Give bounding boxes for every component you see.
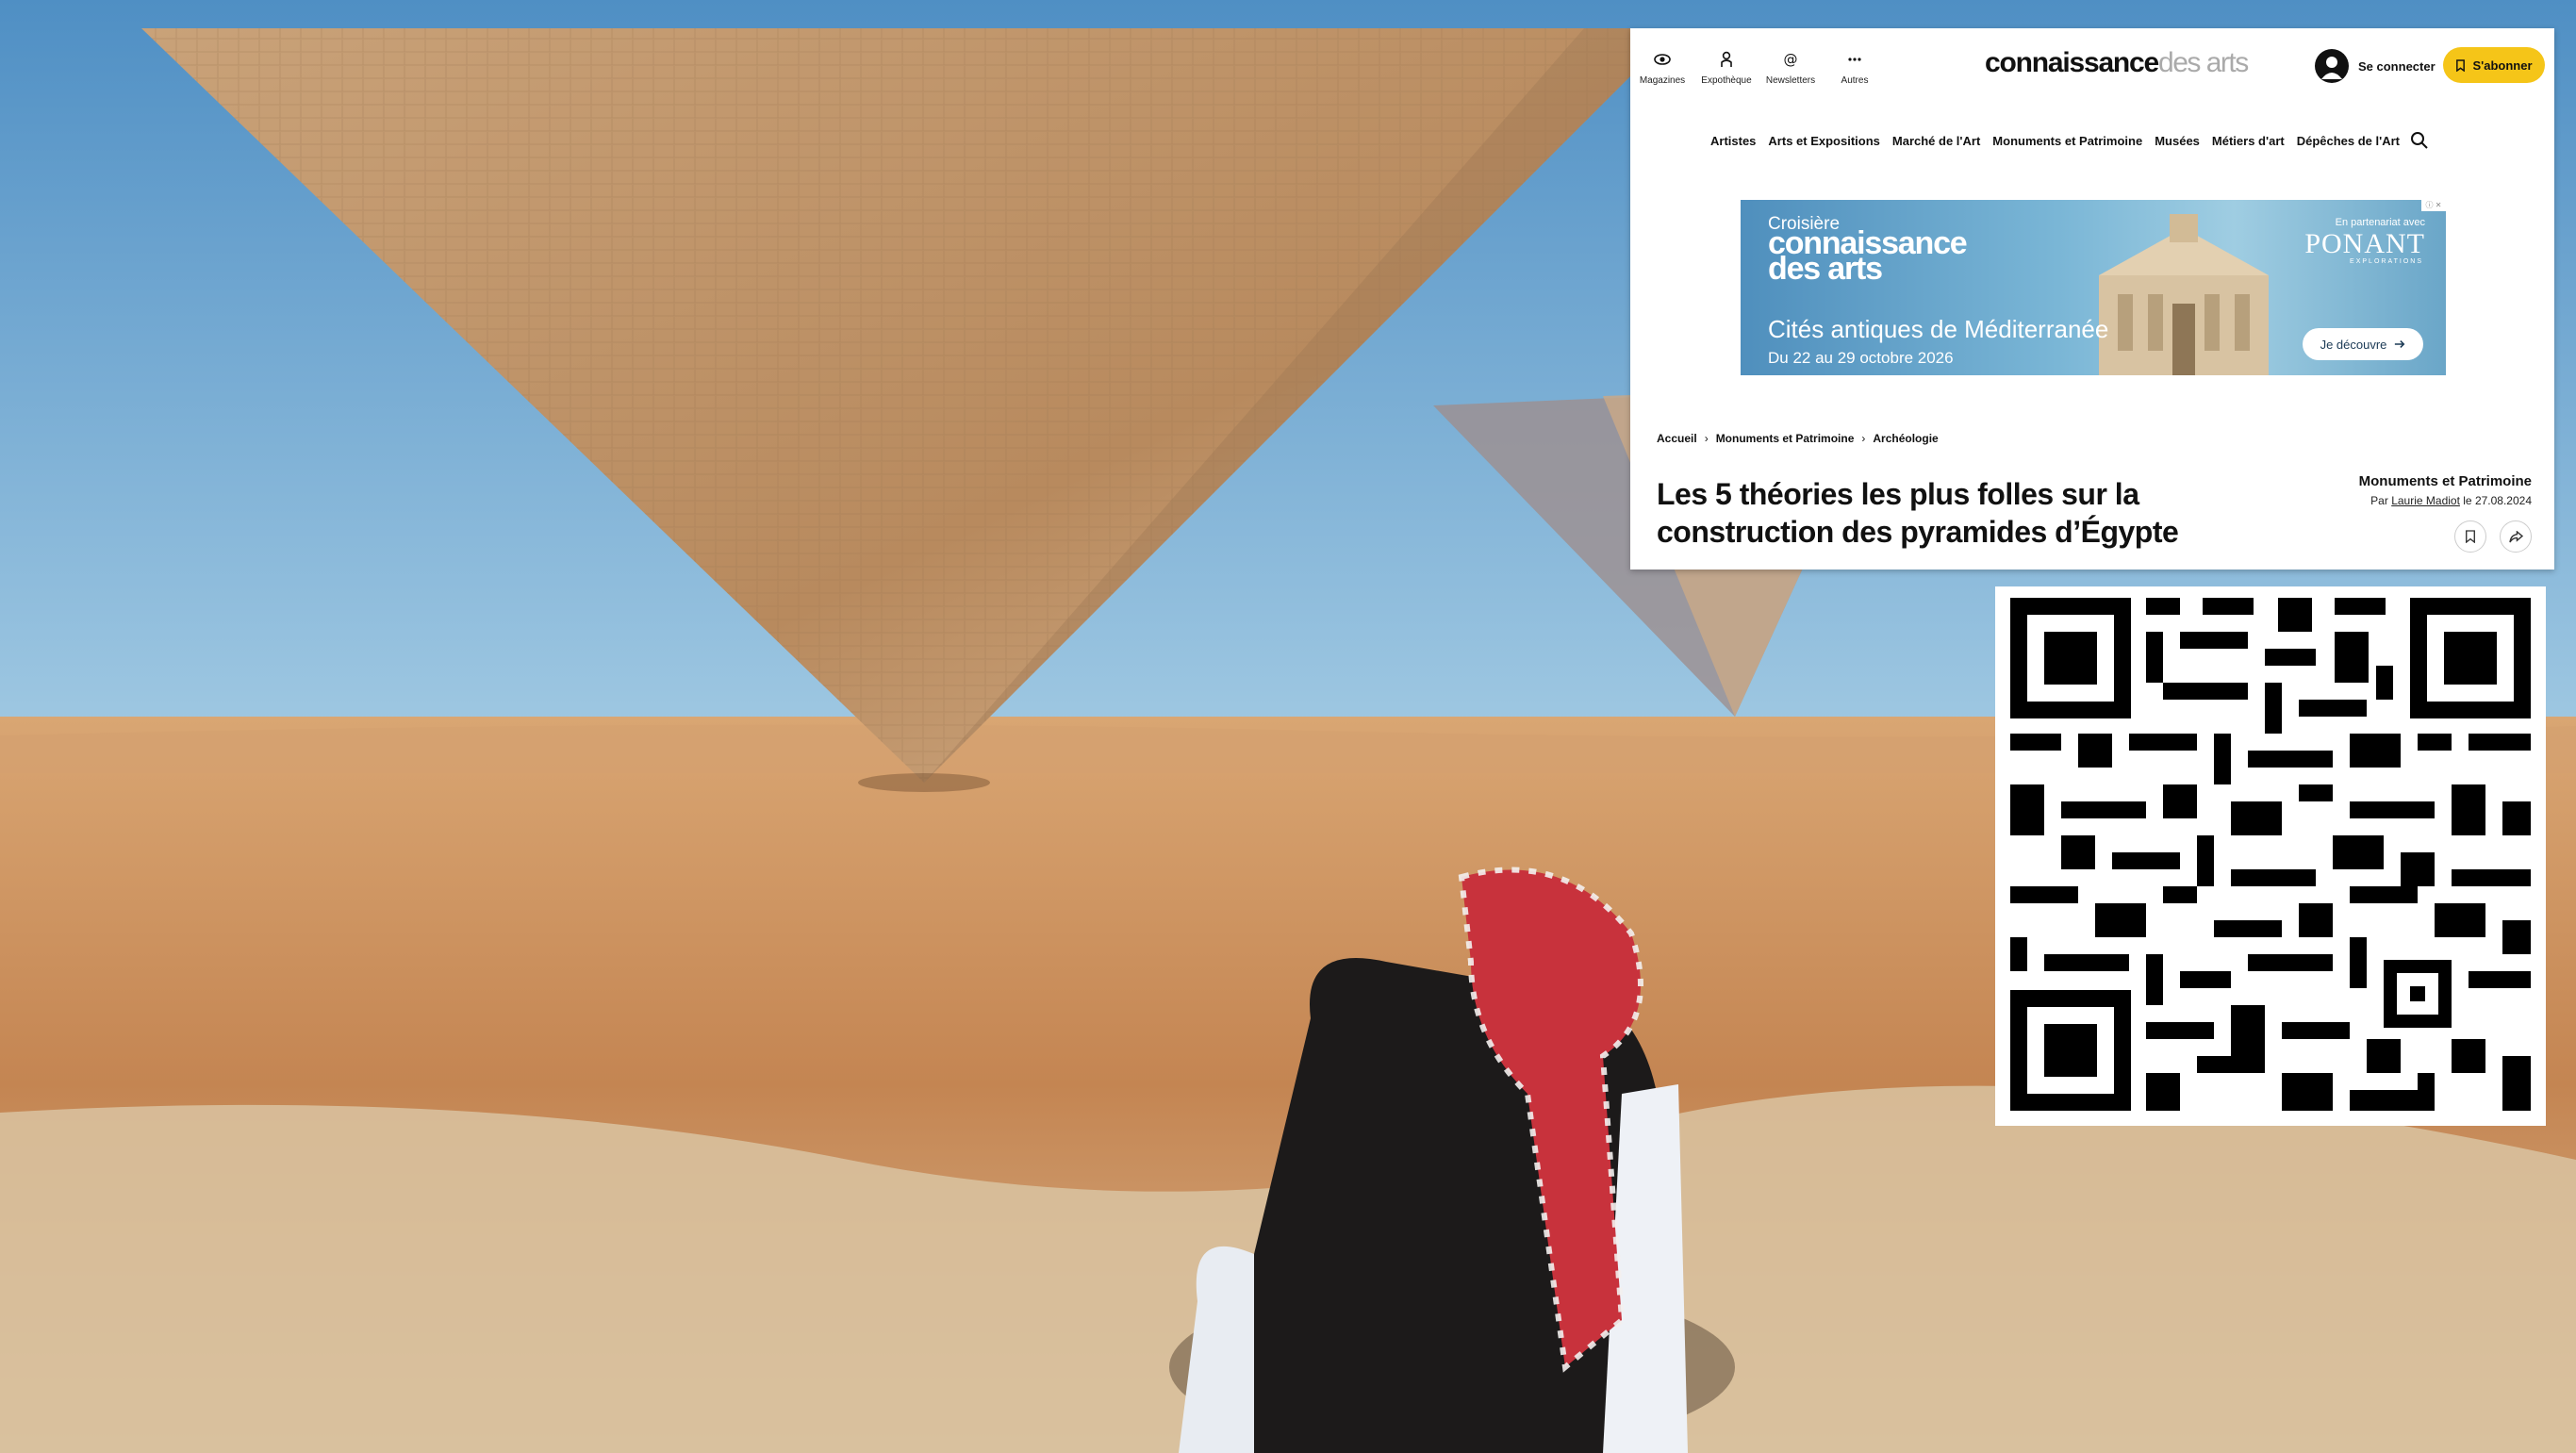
ad-cta-label: Je découvre — [2320, 337, 2387, 352]
login-label: Se connecter — [2358, 58, 2436, 74]
arrow-right-icon — [2395, 340, 2405, 348]
quick-link-magazines[interactable]: Magazines — [1630, 49, 1694, 86]
logo-thin: des arts — [2158, 47, 2249, 78]
at-icon: @ — [1784, 51, 1798, 68]
bookmark-icon — [2456, 58, 2466, 72]
nav-item-arts-expositions[interactable]: Arts et Expositions — [1768, 134, 1879, 148]
quick-link-expotheque[interactable]: Expothèque — [1694, 49, 1759, 86]
share-icon — [2508, 530, 2523, 542]
article-category[interactable]: Monuments et Patrimoine — [2359, 473, 2532, 489]
subscribe-label: S'abonner — [2472, 58, 2533, 73]
article-headline: Les 5 théories les plus folles sur la co… — [1657, 477, 2179, 549]
breadcrumb-item[interactable]: Accueil — [1657, 432, 1697, 445]
qr-code-image — [2010, 598, 2531, 1111]
breadcrumb-item[interactable]: Monuments et Patrimoine — [1716, 432, 1855, 445]
quick-link-label: Newsletters — [1765, 75, 1816, 86]
svg-text:@: @ — [1784, 51, 1798, 68]
nav-item-metiers-art[interactable]: Métiers d'art — [2212, 134, 2285, 148]
quick-link-label: Magazines — [1639, 75, 1686, 86]
eye-icon — [1654, 54, 1671, 65]
breadcrumb-item[interactable]: Archéologie — [1873, 432, 1938, 445]
nav-item-marche-art[interactable]: Marché de l'Art — [1892, 134, 1980, 148]
ad-partner: En partenariat avec — [2335, 217, 2425, 228]
ad-brand: connaissance des arts — [1768, 227, 1968, 285]
top-bar: Magazines Expothèque @ Newsletters Autre… — [1630, 28, 2554, 130]
search-icon[interactable] — [2409, 130, 2430, 151]
article-date: le 27.08.2024 — [2463, 494, 2532, 507]
more-icon — [1848, 58, 1861, 61]
share-article-button[interactable] — [2500, 520, 2532, 553]
logo-main: connaissance — [1985, 47, 2159, 78]
nav-item-monuments-patrimoine[interactable]: Monuments et Patrimoine — [1992, 134, 2142, 148]
byline-prefix: Par — [2370, 494, 2388, 507]
subscribe-button[interactable]: S'abonner — [2443, 47, 2545, 83]
qr-code[interactable] — [1995, 586, 2546, 1126]
quick-link-label: Autres — [1841, 75, 1869, 86]
nav-item-artistes[interactable]: Artistes — [1710, 134, 1756, 148]
user-icon — [2315, 49, 2349, 83]
author-link[interactable]: Laurie Madiot — [2391, 494, 2460, 507]
ad-tag[interactable]: ⓘ ✕ — [2421, 200, 2446, 211]
nav-item-musees[interactable]: Musées — [2155, 134, 2200, 148]
ad-partner-brand: PONANT — [2304, 228, 2425, 259]
save-article-button[interactable] — [2454, 520, 2486, 553]
ad-title: Cités antiques de Méditerranée — [1768, 315, 2109, 343]
quick-link-label: Expothèque — [1701, 75, 1752, 86]
quick-link-autres[interactable]: Autres — [1823, 49, 1887, 86]
chevron-right-icon: › — [1704, 432, 1709, 445]
nav-item-depeches[interactable]: Dépêches de l'Art — [2297, 134, 2400, 148]
site-logo[interactable]: connaissancedes arts — [1985, 47, 2258, 85]
chevron-right-icon: › — [1861, 432, 1866, 445]
bookmark-icon — [2466, 530, 2475, 543]
ad-banner[interactable]: ⓘ ✕ Croisière connaissance des arts Cité… — [1741, 200, 2446, 375]
person-icon — [1721, 51, 1732, 67]
main-nav: Artistes Arts et Expositions Marché de l… — [1630, 121, 2554, 160]
building-image — [2099, 214, 2269, 375]
ad-partner-sub: EXPLORATIONS — [2350, 258, 2423, 265]
quick-link-newsletters[interactable]: @ Newsletters — [1759, 49, 1823, 86]
breadcrumb: Accueil › Monuments et Patrimoine › Arch… — [1657, 432, 1939, 445]
website-screenshot: Magazines Expothèque @ Newsletters Autre… — [1630, 28, 2554, 570]
ad-cta-button[interactable]: Je découvre — [2303, 328, 2423, 360]
login-button[interactable]: Se connecter — [2315, 47, 2436, 85]
article-byline: Par Laurie Madiot le 27.08.2024 — [2370, 494, 2532, 507]
ad-dates: Du 22 au 29 octobre 2026 — [1768, 349, 1954, 367]
